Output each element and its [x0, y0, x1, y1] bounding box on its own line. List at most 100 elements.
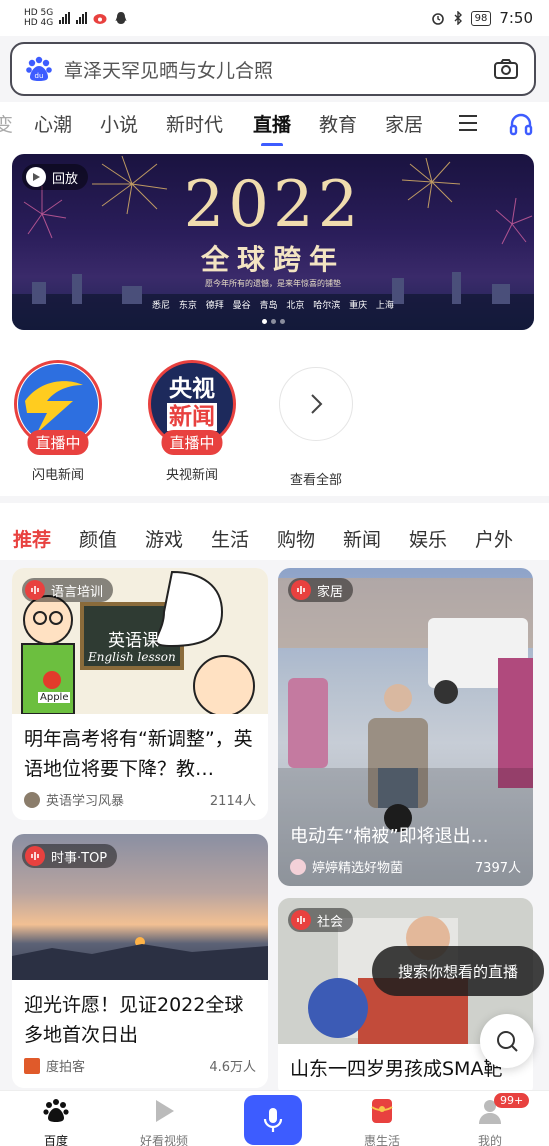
view-all-circle — [279, 367, 353, 441]
nav-haokan-video[interactable]: 好看视频 — [124, 1097, 204, 1146]
card-thumbnail: 家居 电动车“棉被”即将退出… 婷婷精选好物菌 7397人 — [278, 568, 533, 886]
category-tag: 时事·TOP — [22, 844, 118, 868]
microphone-icon — [263, 1108, 283, 1132]
live-bars-icon — [25, 846, 45, 866]
battery-level: 98 — [470, 10, 492, 26]
view-all-button[interactable]: 查看全部 — [266, 360, 366, 488]
cat-huwai[interactable]: 户外 — [475, 525, 541, 552]
card-thumbnail: 时事·TOP — [12, 834, 268, 980]
onair-badge: 直播中 — [27, 430, 89, 455]
feed-card[interactable]: 社会 山东一四岁男孩成SMA靶 — [278, 898, 533, 1098]
cat-gouwu[interactable]: 购物 — [277, 525, 343, 552]
baidu-paw-icon — [43, 1099, 69, 1122]
feed-card[interactable]: 时事·TOP 迎光许愿！见证2022全球多地首次日出 度拍客 4.6万人 — [12, 834, 268, 1088]
chevron-right-icon — [311, 394, 323, 414]
category-tag: 家居 — [288, 578, 354, 602]
cat-xinwen[interactable]: 新闻 — [343, 525, 409, 552]
banner-year: 2022 — [183, 168, 363, 242]
cat-tuijian[interactable]: 推荐 — [13, 525, 79, 552]
tab-zhibo[interactable]: 直播 — [253, 110, 291, 147]
live-bars-icon — [291, 910, 311, 930]
bottom-nav: 百度 好看视频 惠生活 我的 99+ — [0, 1090, 549, 1146]
banner-subtitle: 愿今年所有的遗憾，是来年惊喜的铺垫 — [205, 279, 341, 288]
channel-tabs: 变 心潮 小说 新时代 直播 教育 家居 — [0, 102, 549, 147]
floating-search-button[interactable] — [480, 1014, 534, 1068]
signal-label-2: HD 4G — [24, 18, 54, 28]
live-channel-cctv[interactable]: 央视 新闻 直播中 央视新闻 — [142, 360, 242, 483]
status-signals: HD 5G HD 4G — [24, 8, 127, 28]
feed-card[interactable]: 家居 电动车“棉被”即将退出… 婷婷精选好物菌 7397人 — [278, 568, 533, 886]
apple-label: Apple — [38, 692, 71, 703]
card-meta: 英语学习风暴 2114人 — [12, 784, 268, 809]
signal-bars-icon — [59, 12, 71, 24]
qq-icon — [115, 12, 127, 24]
app-screen: HD 5G HD 4G 98 7:50 du 章泽天罕见晒与女儿合照 变 心潮 … — [0, 0, 549, 1146]
category-tag: 社会 — [288, 908, 354, 932]
card-title: 电动车“棉被”即将退出… — [290, 826, 489, 847]
onair-badge: 直播中 — [161, 430, 223, 455]
viewer-count: 2114人 — [209, 794, 256, 809]
author-name: 度拍客 — [46, 1060, 86, 1075]
avatar — [24, 1057, 40, 1074]
nav-hui-shenghuo[interactable]: 惠生活 — [342, 1097, 422, 1146]
cat-shenghuo[interactable]: 生活 — [211, 525, 277, 552]
bluetooth-icon — [454, 11, 462, 25]
author-name: 婷婷精选好物菌 — [312, 861, 404, 876]
live-bars-icon — [291, 580, 311, 600]
viewer-count: 7397人 — [474, 861, 521, 876]
tab-jiaju[interactable]: 家居 — [385, 110, 423, 137]
status-right: 98 7:50 — [431, 9, 533, 27]
card-meta: 度拍客 4.6万人 — [12, 1050, 268, 1075]
camera-icon[interactable] — [492, 55, 520, 83]
cat-yanzhi[interactable]: 颜值 — [79, 525, 145, 552]
tab-xinshidai[interactable]: 新时代 — [166, 110, 223, 137]
board-subtext: English lesson — [88, 650, 176, 664]
banner-cities: 悉尼 东京 德拜 曼谷 青岛 北京 哈尔滨 重庆 上海 — [152, 301, 394, 311]
card-caption: 电动车“棉被”即将退出… 婷婷精选好物菌 7397人 — [278, 823, 533, 886]
headphones-icon[interactable] — [508, 111, 534, 137]
board-text: 英语课 — [108, 631, 159, 651]
avatar — [290, 858, 306, 875]
card-title: 明年高考将有“新调整”，英语地位将要下降？教… — [24, 728, 253, 780]
cat-youxi[interactable]: 游戏 — [145, 525, 211, 552]
voice-search-button[interactable] — [244, 1095, 302, 1145]
alarm-icon — [431, 13, 444, 25]
channel-name: 闪电新闻 — [31, 468, 84, 483]
card-meta: 婷婷精选好物菌 7397人 — [290, 857, 521, 876]
search-bar[interactable]: du 章泽天罕见晒与女儿合照 — [10, 42, 536, 96]
banner-title: 全球跨年 — [200, 243, 345, 276]
author-name: 英语学习风暴 — [46, 794, 125, 809]
live-feed: 英语课 English lesson Apple 语言培训 明年高考将有“新调整… — [0, 560, 549, 1098]
red-envelope-icon — [371, 1099, 393, 1123]
tab-jiaoyu[interactable]: 教育 — [319, 110, 357, 137]
feed-card[interactable]: 英语课 English lesson Apple 语言培训 明年高考将有“新调整… — [12, 568, 268, 820]
live-bars-icon — [25, 580, 45, 600]
cat-yule[interactable]: 娱乐 — [409, 525, 475, 552]
menu-icon[interactable] — [457, 112, 479, 134]
status-bar: HD 5G HD 4G 98 7:50 — [0, 0, 549, 36]
tab-xiaoshuo[interactable]: 小说 — [100, 110, 138, 137]
view-all-label: 查看全部 — [289, 473, 342, 488]
search-icon — [497, 1031, 518, 1052]
cctv-logo-text: 央视 新闻 — [167, 376, 217, 431]
signal-bars-icon — [76, 12, 88, 24]
tab-partial[interactable]: 变 — [0, 110, 13, 137]
play-icon — [156, 1100, 174, 1122]
search-live-tooltip: 搜索你想看的直播 — [372, 946, 544, 996]
category-tag: 语言培训 — [22, 578, 114, 602]
card-title: 迎光许愿！见证2022全球多地首次日出 — [24, 994, 244, 1046]
signal-label-1: HD 5G — [24, 8, 54, 18]
notification-badge: 99+ — [494, 1093, 530, 1108]
svg-text:du: du — [35, 72, 44, 80]
search-input[interactable]: 章泽天罕见晒与女儿合照 — [64, 56, 492, 83]
nav-baidu[interactable]: 百度 — [16, 1097, 96, 1146]
live-channel-shandian[interactable]: 直播中 闪电新闻 — [8, 360, 108, 483]
avatar — [24, 791, 40, 808]
card-thumbnail: 英语课 English lesson Apple 语言培训 — [12, 568, 268, 714]
live-section: 回放 2022 全球跨年 愿今年所有的遗憾，是来年惊喜的铺垫 悉尼 东京 德拜 … — [0, 146, 549, 496]
viewer-count: 4.6万人 — [209, 1060, 256, 1075]
new-year-banner[interactable]: 回放 2022 全球跨年 愿今年所有的遗憾，是来年惊喜的铺垫 悉尼 东京 德拜 … — [12, 154, 534, 330]
tab-xinchao[interactable]: 心潮 — [34, 110, 72, 137]
weibo-icon — [93, 14, 107, 24]
baidu-paw-icon: du — [26, 56, 52, 81]
